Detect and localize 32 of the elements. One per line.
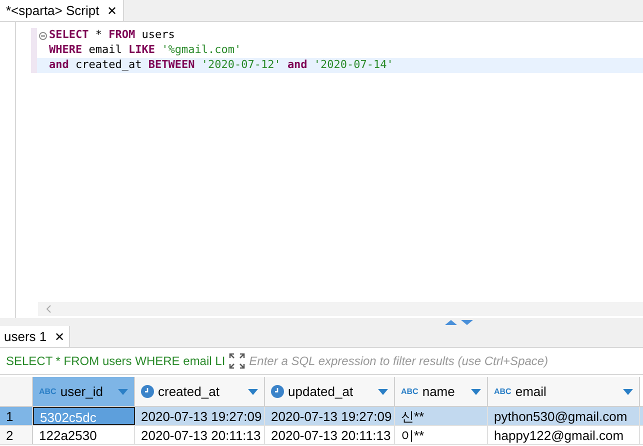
table-cell: 신** xyxy=(395,407,488,425)
close-icon[interactable]: ✕ xyxy=(54,328,65,346)
table-cell: 5302c5dc xyxy=(33,407,135,425)
type-label: ABC xyxy=(494,388,512,396)
column-header[interactable]: ABC user_id xyxy=(33,377,135,406)
row-number: 1 xyxy=(0,407,33,425)
table-cell: 2020-07-13 20:11:13 xyxy=(265,426,395,444)
editor-tab[interactable]: *<sparta> Script ✕ xyxy=(0,0,124,21)
table-cell: python530@gmail.com xyxy=(488,407,640,425)
filter-input[interactable]: Enter a SQL expression to filter results (use Ctrl+Space) xyxy=(249,352,643,370)
table-cell: 122a2530 xyxy=(33,426,135,444)
close-icon[interactable]: ✕ xyxy=(107,2,118,20)
query-text: SELECT * FROM users WHERE email LI xyxy=(6,353,226,370)
row-number: 2 xyxy=(0,426,33,444)
code-line: SELECT * FROM users xyxy=(49,27,175,44)
table-cell: 이** xyxy=(395,426,488,444)
sql-editor[interactable]: SELECT * FROM users WHERE email LIKE '%gmail.com' and created_at BETWEEN '2020-07-12' and '2020-07-14' xyxy=(15,22,643,318)
type-label: ABC xyxy=(401,388,418,396)
type-label: ABC xyxy=(39,388,56,396)
table-cell: 2020-07-13 19:27:09 xyxy=(265,407,395,425)
table-cell: 2020-07-13 19:27:09 xyxy=(135,407,265,425)
column-header[interactable]: ABC name xyxy=(395,377,488,406)
table-row[interactable]: 2 122a2530 2020-07-13 20:11:13 2020-07-13 20:11:13 이** happy122@gmail.com xyxy=(0,426,643,445)
column-header[interactable]: updated_at xyxy=(265,377,395,406)
table-cell: 2020-07-13 20:11:13 xyxy=(135,426,265,444)
table-cell: happy122@gmail.com xyxy=(488,426,640,444)
column-header[interactable]: ABC email xyxy=(488,377,640,406)
table-row[interactable]: 1 5302c5dc 2020-07-13 19:27:09 2020-07-13 19:27:09 신** python530@gmail.com xyxy=(0,407,643,426)
column-header[interactable]: created_at xyxy=(135,377,265,406)
code-line: and created_at BETWEEN '2020-07-12' and '2020-07-14' xyxy=(49,57,394,74)
code-line: WHERE email LIKE '%gmail.com' xyxy=(49,42,242,58)
results-tab[interactable]: users 1 ✕ xyxy=(0,326,70,347)
